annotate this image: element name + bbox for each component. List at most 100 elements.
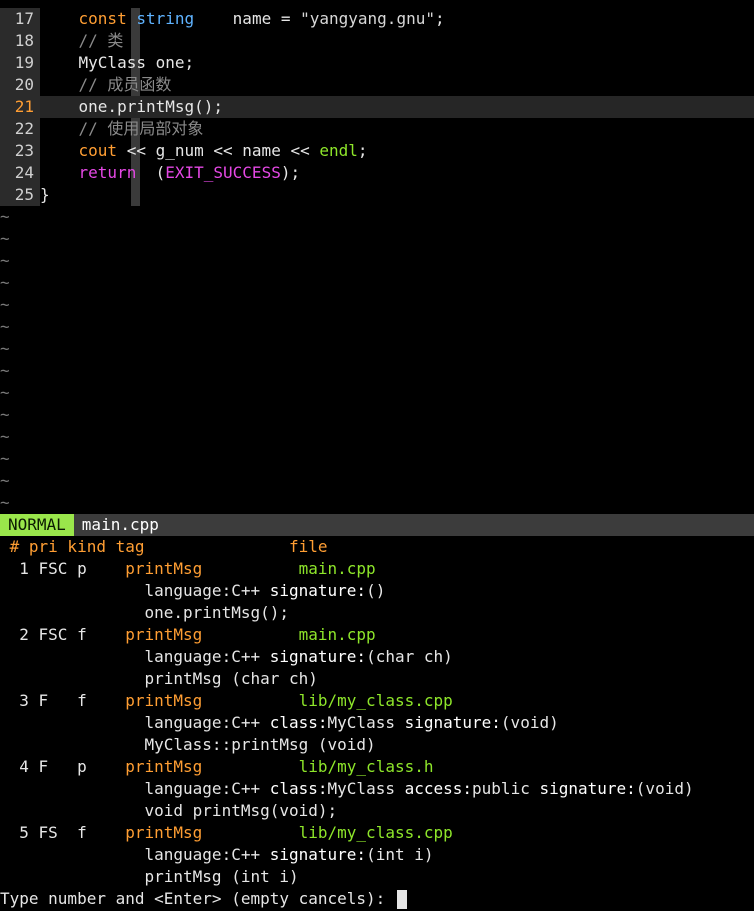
- code-line[interactable]: 21 one.printMsg();: [0, 96, 754, 118]
- code-editor[interactable]: 17 const string name = "yangyang.gnu"; 18…: [0, 8, 754, 206]
- code-token: "yangyang.gnu": [300, 9, 435, 28]
- code-text: cout << g_num << name << endl;: [40, 140, 368, 162]
- tag-entry[interactable]: 3 F f printMsg lib/my_class.cpp: [0, 690, 754, 712]
- mode-indicator: NORMAL: [0, 514, 74, 536]
- empty-line-tilde: ~: [0, 273, 10, 292]
- tag-entry-num: 5: [0, 823, 39, 842]
- tag-entry-detail: language:C++ class:MyClass signature:(vo…: [0, 712, 754, 734]
- code-token: (char ch): [366, 647, 453, 666]
- empty-line-tilde: ~: [0, 295, 10, 314]
- line-number: 21: [0, 96, 40, 118]
- empty-line-tilde: ~: [0, 339, 10, 358]
- tag-entry-pri: FSC: [38, 625, 78, 644]
- tag-entry-kind: p: [77, 559, 126, 578]
- code-token: // 类: [78, 31, 124, 50]
- code-token: (: [136, 163, 166, 182]
- code-token: language:C++: [144, 713, 270, 732]
- code-line[interactable]: 19 MyClass one;: [0, 52, 754, 74]
- tag-entry-num: 3: [0, 691, 39, 710]
- code-token: << g_num << name <<: [117, 141, 320, 160]
- code-line[interactable]: 24 return (EXIT_SUCCESS);: [0, 162, 754, 184]
- code-token: name =: [194, 9, 301, 28]
- tag-entry-source: printMsg (char ch): [0, 668, 754, 690]
- code-line[interactable]: 25}: [0, 184, 754, 206]
- tag-entry[interactable]: 5 FS f printMsg lib/my_class.cpp: [0, 822, 754, 844]
- tag-entry[interactable]: 4 F p printMsg lib/my_class.h: [0, 756, 754, 778]
- source-text: printMsg (int i): [144, 867, 299, 886]
- code-token: language:C++: [144, 647, 270, 666]
- code-text: }: [40, 184, 50, 206]
- tag-entry-file: lib/my_class.h: [298, 757, 434, 776]
- code-text: return (EXIT_SUCCESS);: [40, 162, 301, 184]
- status-filename: main.cpp: [81, 515, 159, 534]
- empty-line-tilde: ~: [0, 471, 10, 490]
- code-text: // 类: [40, 30, 124, 52]
- command-prompt[interactable]: Type number and <Enter> (empty cancels):: [0, 888, 754, 910]
- code-line[interactable]: 22 // 使用局部对象: [0, 118, 754, 140]
- line-number: 25: [0, 184, 40, 206]
- tag-entry-name: printMsg: [125, 559, 299, 578]
- code-token: signature:: [404, 713, 501, 732]
- empty-line-tilde: ~: [0, 449, 10, 468]
- tag-entry-file: lib/my_class.cpp: [298, 691, 453, 710]
- code-line[interactable]: 23 cout << g_num << name << endl;: [0, 140, 754, 162]
- empty-line-tilde: ~: [0, 405, 10, 424]
- vim-window: 17 const string name = "yangyang.gnu"; 18…: [0, 0, 754, 911]
- code-token: cout: [78, 141, 118, 160]
- code-token: string: [136, 9, 195, 28]
- source-text: void printMsg(void);: [144, 801, 338, 820]
- empty-line-tilde: ~: [0, 207, 10, 226]
- code-token: signature:: [269, 581, 367, 600]
- tag-entry-source: MyClass::printMsg (void): [0, 734, 754, 756]
- code-token: EXIT_SUCCESS: [165, 163, 281, 182]
- code-token: // 使用局部对象: [78, 119, 204, 138]
- taglist-header: # pri kind tag file: [0, 537, 328, 556]
- code-token: class:: [269, 779, 328, 798]
- tag-entry-detail: language:C++ signature:(int i): [0, 844, 754, 866]
- code-text: // 成员函数: [40, 74, 172, 96]
- code-token: const: [78, 9, 127, 28]
- prompt-text: Type number and <Enter> (empty cancels):: [0, 889, 395, 908]
- tag-entry-pri: FSC: [38, 559, 78, 578]
- tag-entry[interactable]: 2 FSC f printMsg main.cpp: [0, 624, 754, 646]
- code-line[interactable]: 17 const string name = "yangyang.gnu";: [0, 8, 754, 30]
- code-token: MyClass: [327, 779, 405, 798]
- empty-line-tilde: ~: [0, 229, 10, 248]
- tag-entry-source: printMsg (int i): [0, 866, 754, 888]
- code-line[interactable]: 20 // 成员函数: [0, 74, 754, 96]
- code-token: endl: [319, 141, 358, 160]
- code-token: (int i): [366, 845, 434, 864]
- code-text: const string name = "yangyang.gnu";: [40, 8, 445, 30]
- tag-selection-list: # pri kind tag file 1 FSC p printMsg mai…: [0, 536, 754, 888]
- tag-entry-num: 4: [0, 757, 39, 776]
- code-token: signature:: [269, 845, 367, 864]
- code-token: language:C++: [144, 779, 270, 798]
- source-text: MyClass::printMsg (void): [144, 735, 376, 754]
- code-token: signature:: [269, 647, 367, 666]
- code-token: (void): [500, 713, 559, 732]
- tag-entry-name: printMsg: [125, 757, 299, 776]
- code-line[interactable]: 18 // 类: [0, 30, 754, 52]
- tag-entry-detail: language:C++ signature:(char ch): [0, 646, 754, 668]
- line-number: 22: [0, 118, 40, 140]
- code-token: // 成员函数: [78, 75, 172, 94]
- tag-entry[interactable]: 1 FSC p printMsg main.cpp: [0, 558, 754, 580]
- tag-entry-kind: p: [77, 757, 126, 776]
- code-token: public: [472, 779, 540, 798]
- tag-entry-name: printMsg: [125, 691, 299, 710]
- code-token: language:C++: [144, 581, 270, 600]
- empty-line-tilde: ~: [0, 427, 10, 446]
- code-token: class:: [269, 713, 328, 732]
- source-text: one.printMsg();: [144, 603, 290, 622]
- code-token: }: [40, 185, 50, 204]
